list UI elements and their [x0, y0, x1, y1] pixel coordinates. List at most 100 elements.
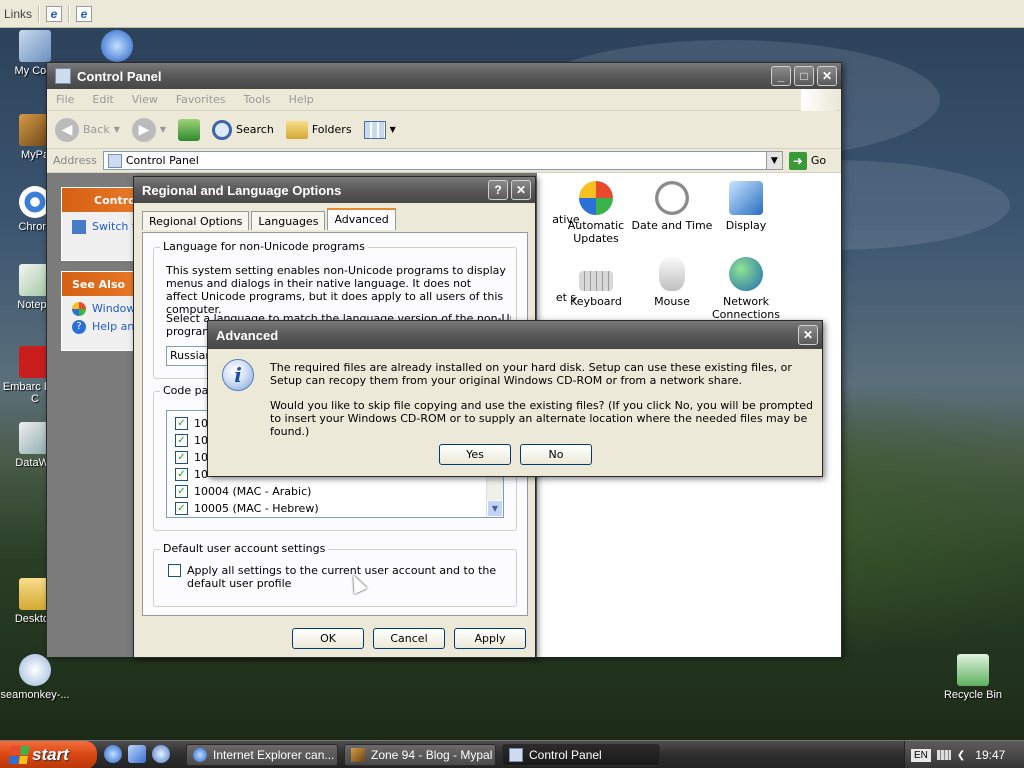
forward-button[interactable]: ▶ ▼ [131, 117, 167, 142]
tab-languages[interactable]: Languages [251, 211, 326, 230]
yes-button[interactable]: Yes [439, 444, 511, 465]
cp-item-automatic-updates[interactable]: Automatic Updates [555, 181, 637, 245]
checkbox-checked[interactable]: ✓ [175, 434, 188, 447]
control-panel-titlebar[interactable]: Control Panel _ □ ✕ [47, 63, 841, 89]
desktop-icon-browser[interactable] [82, 30, 152, 65]
search-button[interactable]: Search [212, 119, 274, 140]
minimize-button[interactable]: _ [771, 66, 791, 86]
control-panel-icon [55, 68, 71, 84]
advanced-dialog-titlebar[interactable]: Advanced ✕ [208, 321, 822, 349]
taskbar-button-mypal[interactable]: Zone 94 - Blog - Mypal [344, 744, 496, 766]
close-button[interactable]: ✕ [798, 325, 818, 345]
see-also-windows-link[interactable]: Window [62, 296, 140, 316]
clock[interactable]: 19:47 [975, 748, 1005, 762]
message-text-2: Would you like to skip file copying and … [270, 399, 813, 438]
views-icon [363, 120, 386, 139]
cp-item-mouse[interactable]: Mouse [631, 257, 713, 308]
folder-icon [285, 120, 308, 139]
menu-help[interactable]: Help [280, 93, 323, 106]
go-button[interactable]: ➜ Go [788, 151, 826, 170]
automatic-updates-icon [579, 181, 613, 215]
language-select[interactable]: Russian [166, 346, 212, 366]
browser-quicklaunch-icon[interactable] [128, 745, 146, 763]
cp-item-keyboard[interactable]: Keyboard [555, 257, 637, 308]
control-panel-small-icon [107, 153, 122, 168]
chevron-down-icon: ▼ [159, 125, 167, 134]
help-button[interactable]: ? [488, 180, 508, 200]
apply-all-checkbox[interactable] [168, 564, 181, 577]
back-arrow-icon: ◀ [55, 117, 79, 142]
app-quicklaunch-icon[interactable] [152, 745, 170, 763]
menu-tools[interactable]: Tools [235, 93, 280, 106]
start-button[interactable]: start [0, 741, 97, 768]
standard-toolbar: ◀ Back ▼ ▶ ▼ Search Folders ▼ [47, 111, 841, 149]
system-tray: EN ❮ 19:47 [904, 741, 1024, 768]
checkbox-checked[interactable]: ✓ [175, 468, 188, 481]
windows-logo-icon [801, 89, 837, 111]
checkbox-checked[interactable]: ✓ [175, 451, 188, 464]
advanced-message-dialog: Advanced ✕ i The required files are alre… [207, 320, 823, 477]
computer-icon [19, 30, 51, 62]
default-account-group: Default user account settings Apply all … [153, 542, 517, 607]
list-item[interactable]: ✓ 10004 (MAC - Arabic) [167, 483, 503, 500]
menu-view[interactable]: View [123, 93, 167, 106]
clock-icon [655, 181, 689, 215]
list-item[interactable]: ✓ 10005 (MAC - Hebrew) [167, 500, 503, 517]
quick-launch [104, 745, 170, 763]
taskbar-button-control-panel[interactable]: Control Panel [502, 744, 660, 766]
ie-link-icon-2[interactable]: e [76, 5, 93, 22]
help-icon: ? [72, 320, 86, 334]
regional-dialog-titlebar[interactable]: Regional and Language Options ? ✕ [134, 177, 535, 203]
address-bar: Address Control Panel ▼ ➜ Go [47, 149, 841, 173]
windows-update-icon [72, 302, 86, 316]
ok-button[interactable]: OK [292, 628, 364, 649]
keyboard-tray-icon[interactable] [936, 750, 951, 760]
mouse-icon [659, 257, 685, 291]
control-panel-task-box: Contro Switch t [61, 187, 141, 261]
tab-regional-options[interactable]: Regional Options [142, 211, 250, 230]
ie-link-icon[interactable]: e [46, 5, 63, 22]
up-button[interactable] [178, 118, 201, 141]
go-arrow-icon: ➜ [788, 151, 807, 170]
message-text-1: The required files are already installed… [270, 361, 792, 387]
recycle-bin-icon [957, 654, 989, 686]
checkbox-checked[interactable]: ✓ [175, 485, 188, 498]
checkbox-checked[interactable]: ✓ [175, 417, 188, 430]
tab-advanced[interactable]: Advanced [327, 208, 396, 230]
chevron-down-icon: ▼ [113, 125, 120, 134]
see-also-box: See Also Window ? Help an [61, 271, 141, 351]
taskbar-button-ie[interactable]: Internet Explorer can... [186, 744, 338, 766]
back-button[interactable]: ◀ Back ▼ [55, 117, 120, 142]
maximize-button[interactable]: □ [794, 66, 814, 86]
no-button[interactable]: No [520, 444, 592, 465]
apply-button[interactable]: Apply [454, 628, 526, 649]
scroll-down-icon[interactable]: ▼ [487, 500, 503, 517]
address-input[interactable]: Control Panel ▼ [102, 151, 783, 170]
switch-view-link[interactable]: Switch t [62, 212, 140, 234]
views-button[interactable]: ▼ [363, 120, 396, 139]
see-also-help-link[interactable]: ? Help an [62, 316, 140, 334]
folders-button[interactable]: Folders [285, 120, 352, 139]
mypal-icon [351, 748, 365, 762]
menu-file[interactable]: File [47, 93, 83, 106]
close-button[interactable]: ✕ [511, 180, 531, 200]
control-panel-icon [509, 748, 523, 762]
desktop-icon-seamonkey[interactable]: seamonkey-... [0, 654, 70, 701]
language-indicator[interactable]: EN [911, 748, 931, 762]
chevron-left-icon[interactable]: ❮ [957, 750, 965, 761]
ie-icon [193, 748, 207, 762]
cancel-button[interactable]: Cancel [373, 628, 445, 649]
address-dropdown-button[interactable]: ▼ [765, 151, 783, 170]
apply-all-checkbox-row[interactable]: Apply all settings to the current user a… [168, 564, 497, 590]
menu-favorites[interactable]: Favorites [167, 93, 235, 106]
ie-quicklaunch-icon[interactable] [104, 745, 122, 763]
checkbox-checked[interactable]: ✓ [175, 502, 188, 515]
close-button[interactable]: ✕ [817, 66, 837, 86]
cp-item-display[interactable]: Display [705, 181, 787, 232]
menu-edit[interactable]: Edit [83, 93, 122, 106]
cp-item-network-connections[interactable]: Network Connections [705, 257, 787, 321]
cp-item-date-time[interactable]: Date and Time [631, 181, 713, 232]
display-icon [729, 181, 763, 215]
windows-flag-icon [8, 746, 30, 764]
desktop-icon-recycle-bin[interactable]: Recycle Bin [938, 654, 1008, 701]
